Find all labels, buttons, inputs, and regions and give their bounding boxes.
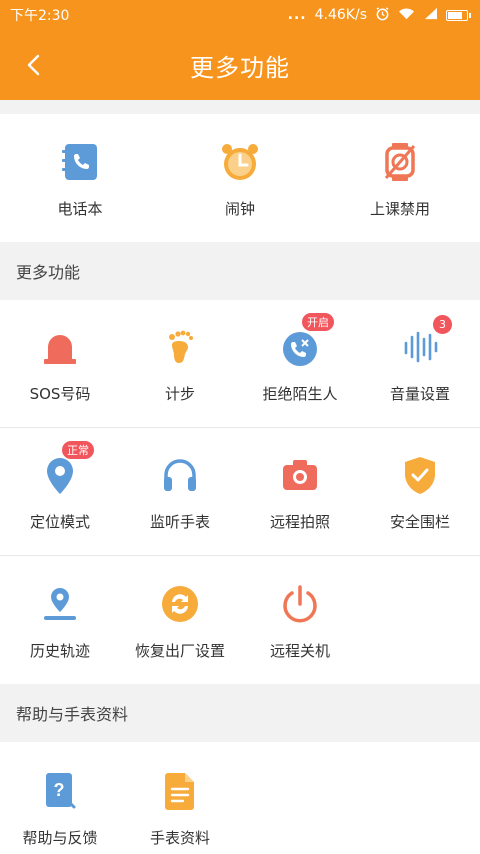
feature-row: SOS号码 计步 开启 拒绝陌生人 3 音量设置 (0, 300, 480, 428)
volume-icon: 3 (396, 315, 452, 371)
phonebook-button[interactable]: 电话本 (0, 114, 160, 242)
alarm-status-icon (375, 6, 390, 25)
sos-number-label: SOS号码 (29, 385, 91, 403)
svg-text:?: ? (54, 780, 65, 800)
track-pin-icon (36, 580, 84, 628)
page-title: 更多功能 (190, 53, 290, 82)
class-ban-icon (376, 138, 424, 186)
watch-info-label: 手表资料 (149, 828, 210, 847)
sos-alarm-icon (36, 323, 84, 371)
alarm-button[interactable]: 闹钟 (160, 114, 320, 242)
phonebook-icon (56, 138, 104, 186)
monitor-watch-label: 监听手表 (149, 513, 210, 531)
class-ban-button[interactable]: 上课禁用 (320, 114, 480, 242)
help-feedback-label: 帮助与反馈 (22, 828, 98, 847)
monitor-watch-button[interactable]: 监听手表 (120, 428, 240, 555)
help-section-header: 帮助与手表资料 (0, 684, 480, 742)
headphone-icon (156, 451, 204, 499)
location-pin-icon: 正常 (36, 441, 94, 499)
status-dots: ... (287, 7, 307, 23)
volume-settings-button[interactable]: 3 音量设置 (360, 300, 480, 427)
status-badge: 正常 (62, 441, 94, 459)
remote-photo-button[interactable]: 远程拍照 (240, 428, 360, 555)
status-bar: 下午2:30 ... 4.46K/s (0, 0, 480, 30)
status-time: 下午2:30 (10, 8, 70, 24)
signal-icon (423, 7, 438, 24)
phonebook-label: 电话本 (57, 199, 103, 218)
count-badge: 3 (433, 315, 452, 334)
location-mode-label: 定位模式 (29, 513, 90, 531)
alarm-label: 闹钟 (224, 199, 255, 218)
reject-stranger-label: 拒绝陌生人 (262, 385, 338, 403)
remote-photo-label: 远程拍照 (269, 513, 330, 531)
empty-cell (240, 742, 360, 854)
title-bar: 更多功能 (0, 30, 480, 100)
factory-reset-button[interactable]: 恢复出厂设置 (120, 556, 240, 684)
status-badge: 开启 (302, 313, 334, 331)
empty-cell (360, 742, 480, 854)
alarm-clock-icon (216, 138, 264, 186)
safety-fence-label: 安全围栏 (389, 513, 450, 531)
wifi-icon (398, 7, 415, 24)
history-track-label: 历史轨迹 (29, 641, 90, 660)
factory-reset-icon (156, 580, 204, 628)
factory-reset-label: 恢复出厂设置 (134, 641, 225, 660)
watch-doc-icon (156, 767, 204, 815)
location-mode-button[interactable]: 正常 定位模式 (0, 428, 120, 555)
battery-icon (446, 9, 471, 21)
more-features-header: 更多功能 (0, 242, 480, 300)
feature-row: 历史轨迹 恢复出厂设置 远程关机 (0, 556, 480, 684)
top-features-panel: 电话本 闹钟 上课禁用 (0, 114, 480, 242)
shield-check-icon (396, 451, 444, 499)
history-track-button[interactable]: 历史轨迹 (0, 556, 120, 684)
remote-shutdown-button[interactable]: 远程关机 (240, 556, 360, 684)
help-feedback-button[interactable]: ? 帮助与反馈 (0, 742, 120, 854)
back-arrow-icon[interactable] (22, 53, 46, 77)
class-ban-label: 上课禁用 (369, 199, 430, 218)
feature-row: ? 帮助与反馈 手表资料 (0, 742, 480, 854)
pedometer-button[interactable]: 计步 (120, 300, 240, 427)
footprint-icon (156, 323, 204, 371)
volume-settings-label: 音量设置 (389, 385, 450, 403)
power-icon (276, 580, 324, 628)
feature-row: 正常 定位模式 监听手表 远程拍照 安全围栏 (0, 428, 480, 556)
watch-info-button[interactable]: 手表资料 (120, 742, 240, 854)
reject-call-icon: 开启 (276, 313, 334, 371)
help-doc-icon: ? (36, 767, 84, 815)
pedometer-label: 计步 (164, 385, 195, 403)
help-features-panel: ? 帮助与反馈 手表资料 (0, 742, 480, 854)
empty-cell (360, 556, 480, 684)
safety-fence-button[interactable]: 安全围栏 (360, 428, 480, 555)
remote-shutdown-label: 远程关机 (269, 641, 330, 660)
camera-icon (276, 451, 324, 499)
network-speed: 4.46K/s (314, 7, 367, 23)
sos-number-button[interactable]: SOS号码 (0, 300, 120, 427)
more-features-panel: SOS号码 计步 开启 拒绝陌生人 3 音量设置 正常 定位模式 监听手表 远程… (0, 300, 480, 684)
reject-stranger-button[interactable]: 开启 拒绝陌生人 (240, 300, 360, 427)
status-indicators: ... 4.46K/s (287, 6, 471, 25)
